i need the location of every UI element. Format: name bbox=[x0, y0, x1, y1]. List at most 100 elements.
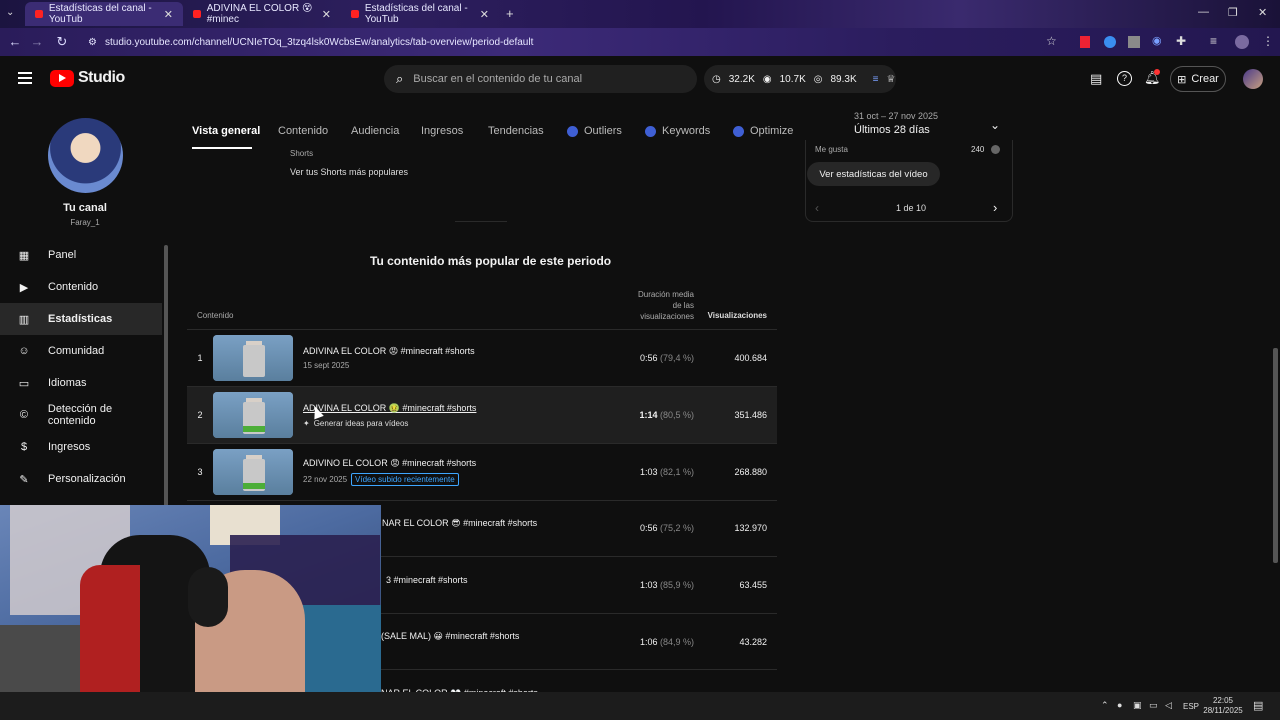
video-thumbnail[interactable] bbox=[213, 392, 293, 438]
generate-ideas-button[interactable]: ✦ Generar ideas para vídeos bbox=[303, 419, 476, 428]
duration-percent: (80,5 %) bbox=[659, 410, 694, 420]
tab-list-chevron-icon[interactable]: ⌄ bbox=[6, 7, 14, 18]
clock[interactable]: 22:05 28/11/2025 bbox=[1203, 696, 1243, 716]
sidebar-item-community[interactable]: ☺ Comunidad bbox=[0, 335, 162, 367]
notification-center-icon[interactable]: ▤ bbox=[1253, 699, 1263, 712]
headphones bbox=[188, 567, 228, 627]
main-scrollbar[interactable] bbox=[1273, 348, 1278, 563]
next-page-icon[interactable]: › bbox=[993, 200, 997, 215]
search-placeholder: Buscar en el contenido de tu canal bbox=[413, 73, 583, 85]
close-tab-icon[interactable]: ✕ bbox=[322, 8, 331, 21]
video-title[interactable]: ADIVINO EL COLOR 😡 #minecraft #shorts bbox=[303, 458, 476, 469]
video-title[interactable]: ADIVINA EL COLOR 🤢 #minecraft #shorts bbox=[303, 403, 476, 414]
previous-page-icon[interactable]: ‹ bbox=[815, 201, 819, 215]
extensions-puzzle-icon[interactable]: ✚ bbox=[1176, 34, 1186, 48]
profile-avatar[interactable] bbox=[1235, 35, 1249, 49]
sidebar-item-content[interactable]: ▶ Contenido bbox=[0, 271, 162, 303]
trophy-icon[interactable]: ♕ bbox=[886, 74, 895, 85]
video-title[interactable]: NAR EL COLOR 😎 #minecraft #shorts bbox=[382, 518, 537, 529]
channel-stats-pill[interactable]: ◷ 32.2K ◉ 10.7K ◎ 89.3K ≡ ♕ bbox=[704, 65, 896, 93]
list-icon[interactable]: ≡ bbox=[873, 74, 879, 85]
extension-icon[interactable] bbox=[1104, 36, 1116, 48]
browser-menu-icon[interactable]: ⋮ bbox=[1262, 34, 1274, 48]
video-title[interactable]: ADIVINA EL COLOR 😡 #minecraft #shorts bbox=[303, 346, 475, 357]
reading-list-icon[interactable]: ≡ bbox=[1210, 34, 1217, 48]
feedback-icon[interactable]: ▤ bbox=[1090, 71, 1102, 87]
hamburger-menu-icon[interactable] bbox=[18, 72, 32, 84]
bookmark-star-icon[interactable]: ☆ bbox=[1046, 34, 1057, 48]
tab-trends[interactable]: Tendencias bbox=[488, 125, 544, 137]
language-indicator[interactable]: ESP bbox=[1183, 702, 1199, 711]
channel-avatar[interactable] bbox=[48, 118, 123, 193]
likes-value: 240 bbox=[971, 145, 985, 154]
avg-duration: 0:56 (79,4 %) bbox=[600, 353, 694, 363]
new-tab-icon[interactable]: + bbox=[506, 6, 514, 21]
sidebar-item-panel[interactable]: ▦ Panel bbox=[0, 239, 162, 271]
tab-overview[interactable]: Vista general bbox=[192, 125, 260, 137]
browser-tab[interactable]: Estadísticas del canal - YouTub ✕ bbox=[341, 2, 499, 26]
sidebar-item-analytics[interactable]: ▥ Estadísticas bbox=[0, 303, 162, 335]
network-icon[interactable]: ▭ bbox=[1149, 700, 1158, 711]
close-tab-icon[interactable]: ✕ bbox=[480, 8, 489, 21]
duration-value: 1:14 bbox=[639, 410, 658, 420]
vidiq-icon bbox=[645, 125, 656, 137]
tab-content[interactable]: Contenido bbox=[278, 125, 328, 137]
video-thumbnail[interactable] bbox=[213, 335, 293, 381]
sidebar-item-copyright[interactable]: © Detección de contenido bbox=[0, 399, 162, 431]
microphone-icon[interactable]: ● bbox=[1117, 700, 1122, 710]
tray-chevron-icon[interactable]: ⌃ bbox=[1101, 700, 1109, 711]
help-icon[interactable]: ? bbox=[1117, 71, 1132, 86]
button-label: Ver estadísticas del vídeo bbox=[819, 168, 928, 180]
maximize-icon[interactable]: ❐ bbox=[1228, 6, 1238, 19]
extension-icon[interactable] bbox=[1128, 36, 1140, 48]
tab-optimize[interactable]: Optimize bbox=[733, 125, 793, 137]
tray-app-icon[interactable]: ▣ bbox=[1133, 700, 1142, 711]
extension-icon[interactable] bbox=[1080, 36, 1090, 48]
tab-label: Outliers bbox=[584, 125, 622, 137]
back-icon[interactable]: ← bbox=[5, 34, 25, 49]
video-title[interactable]: (SALE MAL) 😀 #minecraft #shorts bbox=[381, 631, 519, 642]
community-icon: ☺ bbox=[18, 345, 30, 357]
shorts-link[interactable]: Ver tus Shorts más populares bbox=[290, 167, 408, 177]
volume-icon[interactable]: ◁ bbox=[1165, 700, 1172, 711]
tab-keywords[interactable]: Keywords bbox=[645, 125, 710, 137]
webcam-overlay bbox=[0, 505, 381, 720]
url-field[interactable]: ⚙ studio.youtube.com/channel/UCNIeTOq_3t… bbox=[82, 33, 1067, 52]
stat-value: 32.2K bbox=[728, 73, 755, 85]
account-avatar[interactable] bbox=[1243, 69, 1263, 89]
browser-tab[interactable]: Estadísticas del canal - YouTub ✕ bbox=[25, 2, 183, 26]
tab-revenue[interactable]: Ingresos bbox=[421, 125, 463, 137]
period-dropdown-chevron-icon[interactable]: ⌄ bbox=[990, 118, 1000, 132]
minimize-icon[interactable]: — bbox=[1198, 6, 1209, 18]
reload-icon[interactable]: ↻ bbox=[52, 34, 72, 50]
video-analytics-button[interactable]: Ver estadísticas del vídeo bbox=[807, 162, 940, 186]
tab-outliers[interactable]: Outliers bbox=[567, 125, 622, 137]
active-tab-underline bbox=[192, 147, 252, 149]
video-title[interactable]: 3 #minecraft #shorts bbox=[386, 575, 468, 585]
sidebar-item-earn[interactable]: $ Ingresos bbox=[0, 431, 162, 463]
create-button[interactable]: ⊞ Crear bbox=[1170, 66, 1226, 92]
search-input[interactable]: ⌕ Buscar en el contenido de tu canal bbox=[384, 65, 697, 93]
sidebar-item-languages[interactable]: ▭ Idiomas bbox=[0, 367, 162, 399]
column-header-duration: Duración media de las visualizaciones bbox=[637, 290, 694, 321]
sidebar-item-customization[interactable]: ✎ Personalización bbox=[0, 463, 162, 495]
browser-tab[interactable]: ADIVINA EL COLOR 😵 #minec ✕ bbox=[183, 2, 341, 26]
sidebar-item-label: Panel bbox=[48, 249, 77, 261]
tab-label: Audiencia bbox=[351, 125, 400, 137]
channel-name: Faray_1 bbox=[70, 218, 100, 227]
tab-title: Estadísticas del canal - YouTub bbox=[364, 3, 468, 25]
recent-upload-badge: Vídeo subido recientemente bbox=[351, 473, 459, 486]
column-header-views[interactable]: Visualizaciones bbox=[700, 311, 767, 320]
studio-logo[interactable]: Studio bbox=[50, 69, 125, 87]
site-info-icon[interactable]: ⚙ bbox=[88, 33, 97, 52]
video-thumbnail[interactable] bbox=[213, 449, 293, 495]
logo-text: Studio bbox=[78, 69, 125, 86]
extension-icon[interactable]: ◉ bbox=[1152, 34, 1162, 47]
tab-audience[interactable]: Audiencia bbox=[351, 125, 399, 137]
close-tab-icon[interactable]: ✕ bbox=[164, 8, 173, 21]
sidebar-scrollbar[interactable] bbox=[164, 245, 168, 515]
close-window-icon[interactable]: ✕ bbox=[1258, 6, 1267, 19]
forward-icon[interactable]: → bbox=[27, 34, 47, 49]
row-rank: 1 bbox=[197, 353, 203, 363]
create-label: Crear bbox=[1191, 73, 1219, 85]
